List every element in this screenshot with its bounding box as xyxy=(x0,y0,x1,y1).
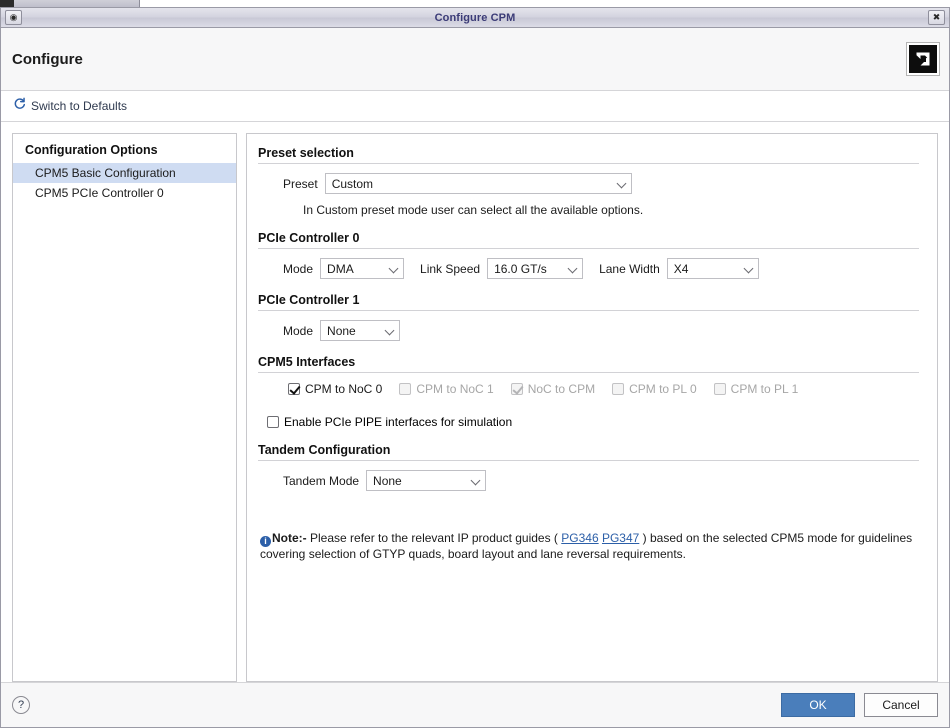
preset-select[interactable]: Custom xyxy=(324,173,632,194)
switch-to-defaults-label: Switch to Defaults xyxy=(31,99,128,113)
chevron-down-icon xyxy=(384,325,395,335)
controller0-mode-select[interactable]: DMA xyxy=(320,258,405,279)
tandem-mode-value: None xyxy=(373,473,402,488)
controller0-link-speed-select[interactable]: 16.0 GT/s xyxy=(487,258,584,279)
checkbox-label: NoC to CPM xyxy=(527,382,596,396)
pcie-controller-1-heading: PCIe Controller 1 xyxy=(258,293,360,307)
close-icon[interactable]: ✖ xyxy=(928,10,945,25)
dialog-body: Configuration Options CPM5 Basic Configu… xyxy=(1,122,949,682)
checkbox-label: CPM to PL 0 xyxy=(629,382,697,396)
sidebar-item-cpm5-basic-configuration[interactable]: CPM5 Basic Configuration xyxy=(13,163,236,183)
controller1-mode-value: None xyxy=(327,323,356,338)
checkbox-label: CPM to PL 1 xyxy=(730,382,799,396)
dialog-title: Configure CPM xyxy=(434,11,516,24)
checkbox-enable-pcie-pipe[interactable]: Enable PCIe PIPE interfaces for simulati… xyxy=(258,415,919,429)
preset-helper-text: In Custom preset mode user can select al… xyxy=(303,203,644,217)
dialog-titlebar: ◉ Configure CPM ✖ xyxy=(1,8,949,28)
pcie-controller-1-group: PCIe Controller 1 Mode None xyxy=(258,293,919,341)
checkbox-box xyxy=(288,383,300,395)
sidebar-heading: Configuration Options xyxy=(25,143,158,157)
sidebar-item-cpm5-pcie-controller-0[interactable]: CPM5 PCIe Controller 0 xyxy=(13,183,236,203)
checkbox-label: Enable PCIe PIPE interfaces for simulati… xyxy=(284,415,513,429)
configuration-options-sidebar: Configuration Options CPM5 Basic Configu… xyxy=(12,133,237,682)
checkbox-box xyxy=(510,383,523,395)
pcie-controller-0-heading: PCIe Controller 0 xyxy=(258,231,360,245)
cancel-button-label: Cancel xyxy=(882,698,920,712)
help-label: ? xyxy=(17,699,25,711)
sidebar-item-label: CPM5 PCIe Controller 0 xyxy=(35,186,164,200)
system-menu-icon[interactable]: ◉ xyxy=(5,10,22,25)
dialog-footer: ? OK Cancel xyxy=(1,682,949,727)
preset-selection-group: Preset selection Preset Custom In Custom… xyxy=(258,146,919,217)
sidebar-item-label: CPM5 Basic Configuration xyxy=(35,166,176,180)
configuration-main-panel: Preset selection Preset Custom In Custom… xyxy=(246,133,938,682)
pcie-controller-1-row: Mode None xyxy=(258,320,919,341)
chevron-down-icon xyxy=(567,263,578,273)
tandem-configuration-heading: Tandem Configuration xyxy=(258,443,391,457)
controller0-lane-width-value: X4 xyxy=(673,261,689,276)
preset-row: Preset Custom xyxy=(258,173,919,194)
checkbox-cpm-to-pl-1: CPM to PL 1 xyxy=(713,382,799,396)
switch-to-defaults-button[interactable]: Switch to Defaults xyxy=(13,97,127,115)
checkbox-cpm-to-noc-1: CPM to NoC 1 xyxy=(399,382,494,396)
note-link-pg346[interactable]: PG346 xyxy=(561,531,598,545)
close-glyph: ✖ xyxy=(932,12,941,22)
checkbox-label: CPM to NoC 0 xyxy=(305,382,383,396)
checkbox-box xyxy=(612,383,625,395)
preset-label: Preset xyxy=(283,176,318,191)
section-divider xyxy=(258,460,919,461)
cancel-button[interactable]: Cancel xyxy=(864,693,938,717)
note-block: i Note:- Please refer to the relevant IP … xyxy=(258,531,919,562)
dialog-header: Configure xyxy=(1,28,949,91)
preset-select-value: Custom xyxy=(331,176,374,191)
chevron-down-icon xyxy=(616,178,627,188)
ok-button-label: OK xyxy=(809,698,827,712)
checkbox-cpm-to-noc-0[interactable]: CPM to NoC 0 xyxy=(288,382,382,396)
refresh-icon xyxy=(13,97,26,115)
dialog-toolbar: Switch to Defaults xyxy=(1,91,949,122)
chevron-down-icon xyxy=(470,475,481,485)
controller0-link-speed-value: 16.0 GT/s xyxy=(494,261,547,276)
ok-button[interactable]: OK xyxy=(781,693,855,717)
controller0-lane-width-select[interactable]: X4 xyxy=(666,258,759,279)
help-icon[interactable]: ? xyxy=(12,696,30,714)
controller0-lane-width-label: Lane Width xyxy=(599,261,660,276)
checkbox-box xyxy=(399,383,412,395)
interface-checkbox-row: CPM to NoC 0 CPM to NoC 1 NoC to CPM CPM… xyxy=(258,382,919,396)
cpm5-interfaces-group: CPM5 Interfaces CPM to NoC 0 CPM to NoC … xyxy=(258,355,919,429)
cpm5-interfaces-heading: CPM5 Interfaces xyxy=(258,355,356,369)
chevron-down-icon xyxy=(743,263,754,273)
controller0-mode-value: DMA xyxy=(327,261,354,276)
tandem-mode-row: Tandem Mode None xyxy=(258,470,919,491)
section-divider xyxy=(258,372,919,373)
controller0-mode-label: Mode xyxy=(283,261,314,276)
note-link-pg347[interactable]: PG347 xyxy=(602,531,639,545)
controller0-link-speed-label: Link Speed xyxy=(420,261,481,276)
note-text-before: Please refer to the relevant IP product … xyxy=(306,531,562,545)
tandem-configuration-group: Tandem Configuration Tandem Mode None xyxy=(258,443,919,491)
checkbox-label: CPM to NoC 1 xyxy=(416,382,494,396)
section-divider xyxy=(258,163,919,164)
chevron-down-icon xyxy=(388,263,399,273)
checkbox-box xyxy=(713,383,726,395)
section-divider xyxy=(258,310,919,311)
section-divider xyxy=(258,248,919,249)
amd-xilinx-logo-icon xyxy=(906,42,940,76)
page-title: Configure xyxy=(12,50,83,68)
info-icon: i xyxy=(260,536,271,547)
checkbox-noc-to-cpm: NoC to CPM xyxy=(510,382,596,396)
pcie-controller-0-group: PCIe Controller 0 Mode DMA Link Speed 16… xyxy=(258,231,919,279)
checkbox-box xyxy=(267,416,279,428)
pcie-controller-0-row: Mode DMA Link Speed 16.0 GT/s Lane Width… xyxy=(258,258,919,279)
configure-cpm-dialog: ◉ Configure CPM ✖ Configure Switch to De… xyxy=(0,7,950,728)
checkbox-cpm-to-pl-0: CPM to PL 0 xyxy=(612,382,697,396)
preset-selection-heading: Preset selection xyxy=(258,146,354,160)
tandem-mode-label: Tandem Mode xyxy=(283,473,360,488)
controller1-mode-select[interactable]: None xyxy=(320,320,401,341)
system-menu-glyph: ◉ xyxy=(9,12,18,22)
note-prefix: Note:- xyxy=(272,531,307,545)
controller1-mode-label: Mode xyxy=(283,323,314,338)
tandem-mode-select[interactable]: None xyxy=(366,470,487,491)
